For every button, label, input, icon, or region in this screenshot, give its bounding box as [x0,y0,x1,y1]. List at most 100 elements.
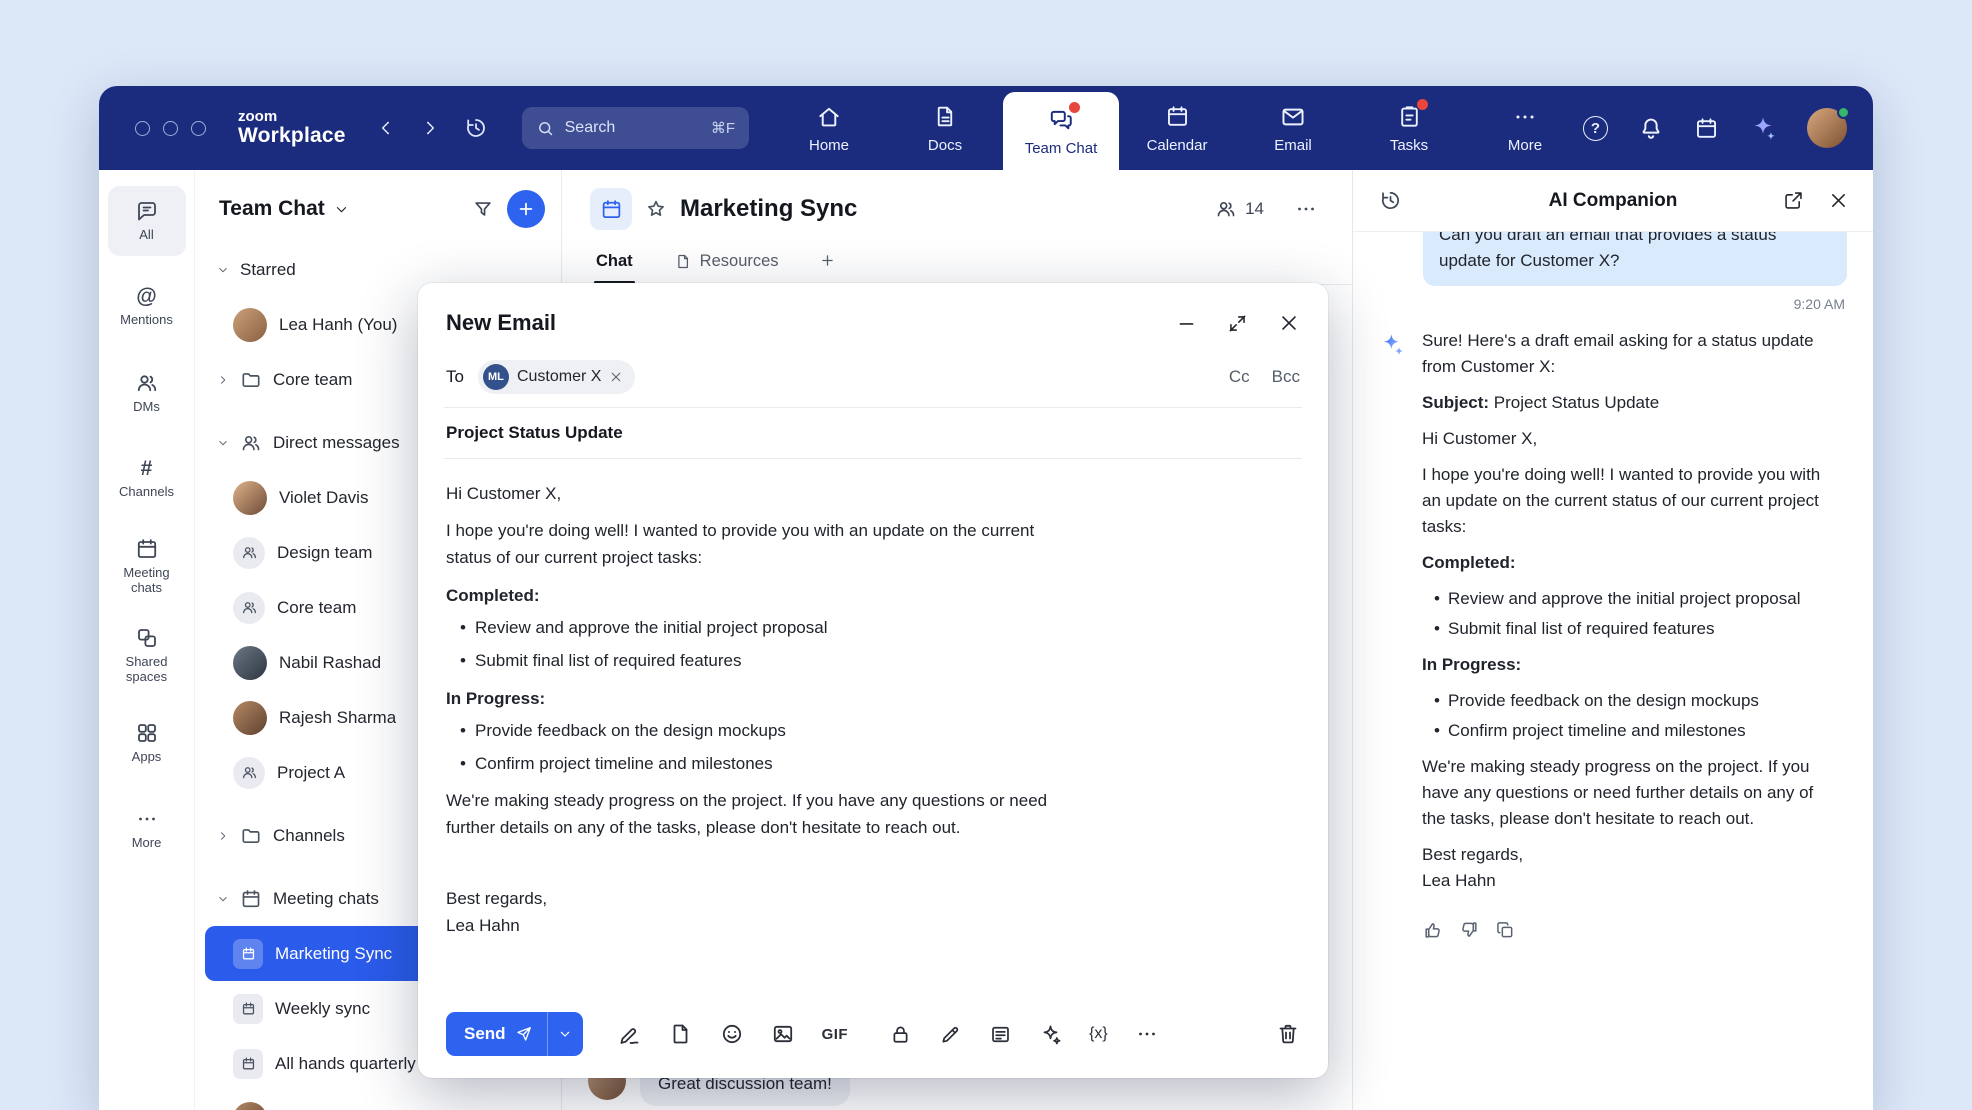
list-item: Submit final list of required features [458,647,1102,674]
nav-docs[interactable]: Docs [887,86,1003,170]
nav-more[interactable]: More [1467,86,1583,170]
thumbs-up-icon[interactable] [1423,920,1443,940]
list-item: Provide feedback on the design mockups [458,717,1102,744]
ai-feedback-actions [1423,920,1847,940]
nav-tasks[interactable]: Tasks [1351,86,1467,170]
channel-header: Marketing Sync 14 [562,170,1352,240]
add-tab-button[interactable] [819,252,836,277]
window-close-button[interactable] [135,121,150,136]
filter-button[interactable] [468,194,498,224]
global-search-input[interactable]: Search ⌘F [522,107,749,149]
history-icon[interactable] [1379,189,1402,212]
rail-item-dms[interactable]: DMs [108,358,186,428]
chevron-right-icon [217,374,229,386]
meeting-avatar-icon [590,188,632,230]
emoji-icon[interactable] [720,1022,744,1046]
copy-icon[interactable] [1495,920,1515,940]
rail-item-meeting-chats[interactable]: Meeting chats [108,530,186,603]
members-count[interactable]: 14 [1215,198,1264,220]
nav-label: Tasks [1390,137,1428,154]
nav-calendar[interactable]: Calendar [1119,86,1235,170]
close-icon[interactable] [1278,312,1300,334]
window-zoom-button[interactable] [191,121,206,136]
in-progress-list: Provide feedback on the design mockups C… [446,717,1102,777]
avatar [233,308,267,342]
docs-icon [931,103,959,131]
email-body-editor[interactable]: Hi Customer X, I hope you're doing well!… [444,459,1104,1012]
more-options-icon[interactable] [1294,197,1318,221]
send-options-button[interactable] [547,1012,583,1056]
cc-button[interactable]: Cc [1229,367,1250,387]
gif-button[interactable]: GIF [822,1026,849,1043]
schedule-icon[interactable] [1694,116,1719,141]
tab-chat[interactable]: Chat [594,244,635,284]
user-avatar[interactable] [1807,108,1847,148]
chat-item-lea-rajesh[interactable]: Lea/Rajesh 1:1 [205,1091,551,1110]
signature-icon[interactable] [618,1022,642,1046]
rail-item-mentions[interactable]: @ Mentions [108,272,186,342]
send-button[interactable]: Send [446,1012,547,1056]
rail-label: DMs [133,400,160,415]
rail-item-apps[interactable]: Apps [108,708,186,778]
help-icon[interactable]: ? [1583,116,1608,141]
ai-sparkle-icon[interactable] [1039,1023,1062,1046]
thumbs-down-icon[interactable] [1459,920,1479,940]
rail-item-shared-spaces[interactable]: Shared spaces [108,619,186,692]
close-icon[interactable] [1828,190,1849,211]
window-minimize-button[interactable] [163,121,178,136]
forward-button[interactable] [420,118,440,138]
nav-team-chat[interactable]: Team Chat [1003,92,1119,170]
history-nav [376,116,488,140]
encryption-lock-icon[interactable] [889,1023,912,1046]
expand-icon[interactable] [1227,313,1248,334]
attach-file-icon[interactable] [669,1022,693,1046]
notifications-icon[interactable] [1638,115,1664,141]
recipient-chip[interactable]: ML Customer X [478,360,635,394]
email-intro: I hope you're doing well! I wanted to pr… [446,517,1071,571]
rail-item-all[interactable]: All [108,186,186,256]
email-signature: Best regards,Lea Hahn [1422,842,1824,894]
history-icon[interactable] [464,116,488,140]
ai-subject-line: Subject: Project Status Update [1422,390,1824,416]
nav-email[interactable]: Email [1235,86,1351,170]
minimize-icon[interactable] [1176,313,1197,334]
unread-badge [1069,102,1080,113]
variables-button[interactable]: {x} [1089,1025,1108,1043]
chevron-down-icon[interactable] [334,202,349,217]
topbar-actions: ? [1583,108,1873,148]
nav-home[interactable]: Home [771,86,887,170]
group-avatar [233,537,265,569]
subject-input[interactable]: Project Status Update [444,408,1302,459]
star-button[interactable] [645,198,667,220]
tab-resources[interactable]: Resources [673,244,781,284]
new-chat-button[interactable] [507,190,545,228]
remove-recipient-icon[interactable] [609,370,623,384]
unread-badge [1417,99,1428,110]
people-icon [240,432,262,454]
resources-icon [675,253,692,270]
chat-list-title: Team Chat [219,197,325,221]
image-icon[interactable] [771,1022,795,1046]
ai-companion-icon[interactable] [1749,114,1777,142]
edit-pencil-icon[interactable] [939,1023,962,1046]
recipient-field[interactable]: To ML Customer X Cc Bcc [444,352,1302,408]
bcc-button[interactable]: Bcc [1272,367,1300,387]
rail-item-channels[interactable]: # Channels [108,444,186,514]
avatar [233,1102,267,1110]
primary-nav: Home Docs Team Chat Calendar Email [771,86,1583,170]
channel-tabs: Chat Resources [562,240,1352,285]
rail-item-more[interactable]: More [108,794,186,864]
search-placeholder: Search [565,119,616,137]
template-icon[interactable] [989,1023,1012,1046]
avatar [233,701,267,735]
rail-label: More [132,836,162,851]
completed-list: Review and approve the initial project p… [446,614,1102,674]
delete-draft-icon[interactable] [1276,1022,1300,1046]
ai-response: Sure! Here's a draft email asking for a … [1379,328,1847,904]
open-in-window-icon[interactable] [1783,190,1804,211]
people-icon [1215,198,1237,220]
chat-item-label: Lea Hanh (You) [279,315,397,335]
more-options-icon[interactable] [1135,1022,1159,1046]
back-button[interactable] [376,118,396,138]
tab-label: Chat [596,252,633,271]
